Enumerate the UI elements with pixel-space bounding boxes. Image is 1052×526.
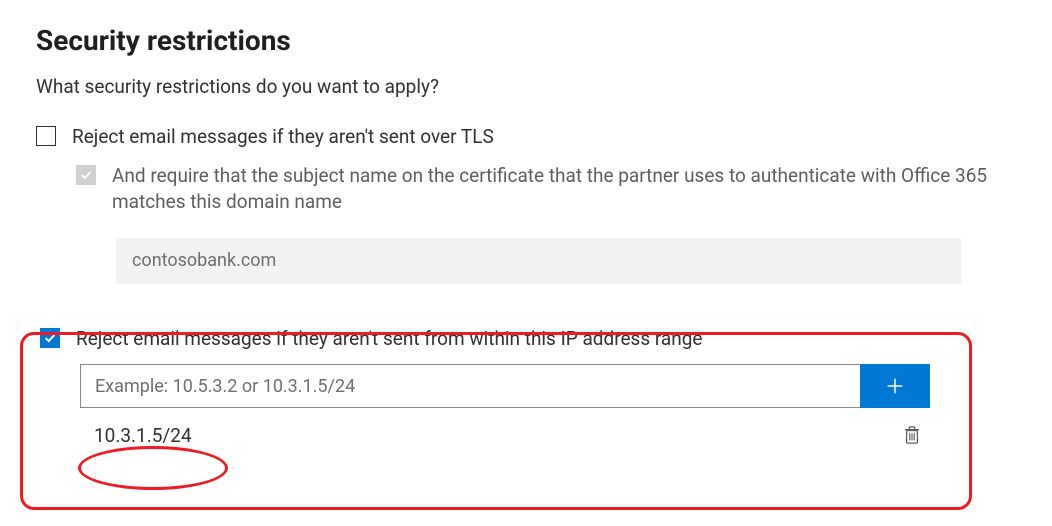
page-title: Security restrictions [36, 24, 1016, 57]
trash-icon [903, 425, 921, 445]
add-ip-button[interactable] [860, 364, 930, 408]
require-cert-label: And require that the subject name on the… [112, 163, 1016, 216]
tls-row: Reject email messages if they aren't sen… [36, 124, 1016, 151]
ip-item-row: 10.3.1.5/24 [80, 414, 930, 456]
ip-section: Reject email messages if they aren't sen… [36, 312, 1016, 481]
delete-ip-button[interactable] [898, 421, 926, 449]
ip-input-row [80, 364, 930, 408]
subhead: What security restrictions do you want t… [36, 75, 1016, 98]
cert-domain-input [116, 238, 961, 284]
require-cert-row: And require that the subject name on the… [76, 163, 1016, 216]
ip-row: Reject email messages if they aren't sen… [40, 326, 1012, 353]
tls-checkbox[interactable] [36, 126, 56, 146]
ip-checkbox[interactable] [40, 328, 60, 348]
ip-item-value: 10.3.1.5/24 [94, 424, 192, 447]
plus-icon [884, 375, 906, 397]
tls-label: Reject email messages if they aren't sen… [72, 124, 494, 151]
ip-range-input[interactable] [80, 364, 860, 408]
ip-label: Reject email messages if they aren't sen… [76, 326, 703, 353]
require-cert-checkbox [76, 165, 96, 185]
